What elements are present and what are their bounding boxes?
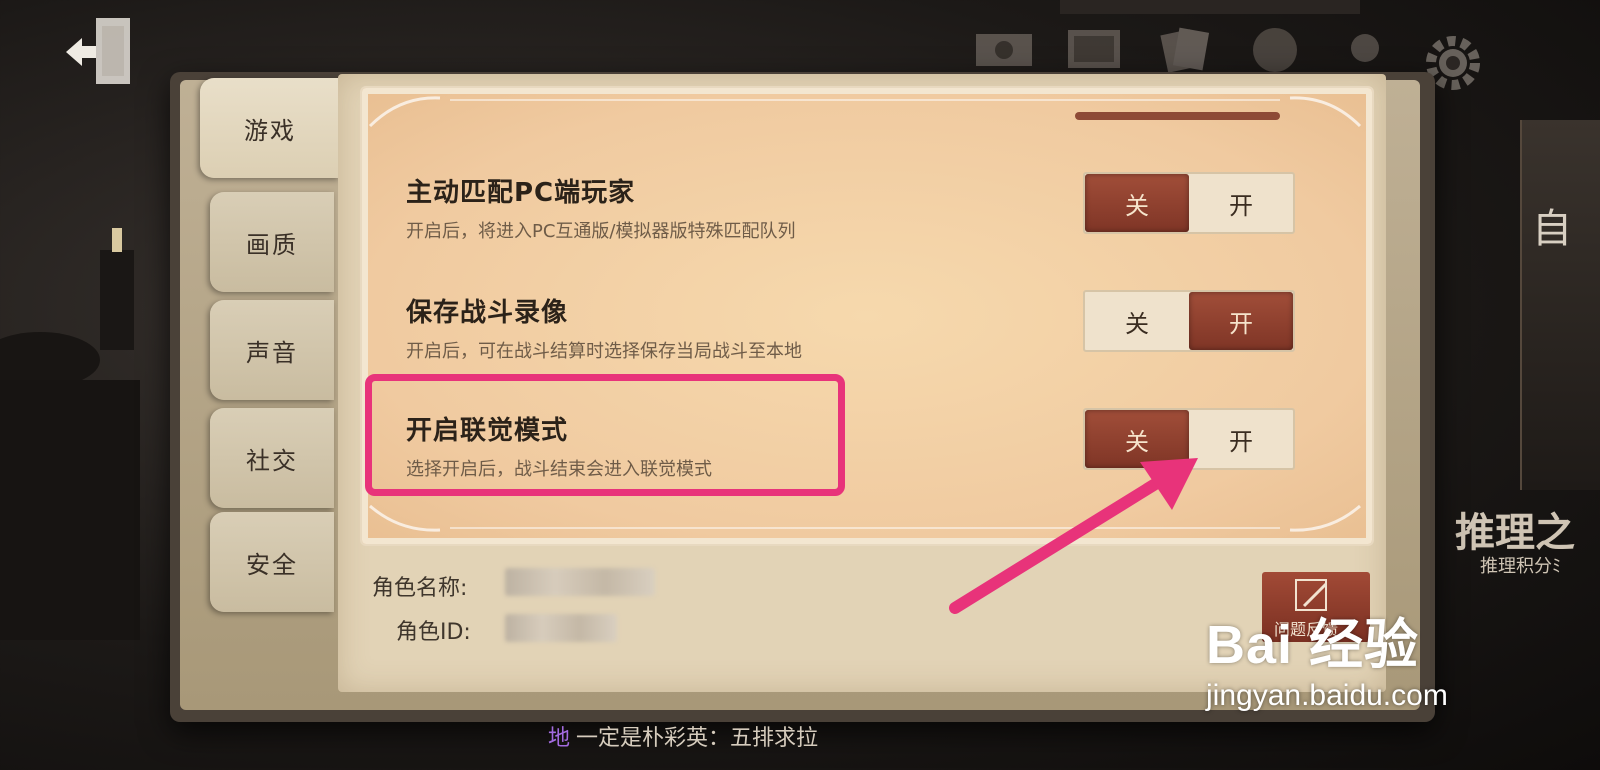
- flower-icon[interactable]: [1330, 20, 1400, 76]
- setting-title: 保存战斗录像: [406, 298, 569, 328]
- chat-message: 一定是朴彩英：五排求拉: [576, 726, 819, 751]
- toggle-save-replay[interactable]: 关 开: [1083, 290, 1295, 352]
- tab-label: 画质: [246, 230, 298, 259]
- tab-security[interactable]: 安全: [210, 512, 334, 612]
- setting-save-replay: 保存战斗录像 开启后，可在战斗结算时选择保存当局战斗至本地: [406, 292, 1006, 363]
- toggle-off-option[interactable]: 关: [1085, 410, 1189, 468]
- toggle-on-option[interactable]: 开: [1189, 174, 1293, 232]
- setting-desc: 开启后，可在战斗结算时选择保存当局战斗至本地: [406, 341, 802, 362]
- toggle-off-option[interactable]: 关: [1085, 292, 1189, 350]
- role-id-label: 角色ID:: [396, 620, 471, 645]
- toggle-on-option[interactable]: 开: [1189, 292, 1293, 350]
- setting-pc-match: 主动匹配PC端玩家 开启后，将进入PC互通版/模拟器版特殊匹配队列: [406, 172, 1006, 243]
- tab-social[interactable]: 社交: [210, 408, 334, 508]
- globe-icon[interactable]: [1240, 20, 1310, 76]
- tab-graphics[interactable]: 画质: [210, 192, 334, 292]
- watermark-sub: jingyan.baidu.com: [1206, 679, 1448, 712]
- tab-game[interactable]: 游戏: [200, 78, 340, 178]
- toggle-off-option[interactable]: 关: [1085, 174, 1189, 232]
- toggle-pc-match[interactable]: 关 开: [1083, 172, 1295, 234]
- role-name-value: [505, 568, 655, 596]
- highlight-box: [365, 374, 845, 496]
- side-label: 自: [1532, 206, 1572, 252]
- tab-label: 游戏: [244, 116, 296, 145]
- toggle-synesthesia[interactable]: 关 开: [1083, 408, 1295, 470]
- toggle-on-option[interactable]: 开: [1189, 410, 1293, 468]
- watermark-main: Bai 经验: [1206, 615, 1420, 675]
- cards-icon[interactable]: [1150, 20, 1220, 76]
- setting-title: 主动匹配PC端玩家: [406, 178, 636, 208]
- side-subtitle: 推理积分ﾐ: [1480, 556, 1561, 577]
- side-panel: [1520, 120, 1600, 490]
- chat-channel: 地: [548, 726, 571, 751]
- role-id-value: [505, 614, 617, 642]
- tab-label: 安全: [246, 550, 298, 579]
- baidu-watermark: Bai 经验 jingyan.baidu.com: [1206, 600, 1448, 713]
- role-name-label: 角色名称:: [372, 576, 468, 601]
- scroll-indicator: [1075, 112, 1280, 120]
- setting-desc: 开启后，将进入PC互通版/模拟器版特殊匹配队列: [406, 221, 796, 242]
- side-title: 推理之: [1455, 510, 1575, 556]
- chat-line: 地一定是朴彩英：五排求拉: [548, 720, 818, 752]
- exit-icon[interactable]: [62, 14, 138, 90]
- tab-label: 社交: [246, 446, 298, 475]
- photo-icon[interactable]: [1060, 20, 1130, 76]
- tab-sound[interactable]: 声音: [210, 300, 334, 400]
- camera-icon[interactable]: [970, 20, 1040, 76]
- tab-label: 声音: [246, 338, 298, 367]
